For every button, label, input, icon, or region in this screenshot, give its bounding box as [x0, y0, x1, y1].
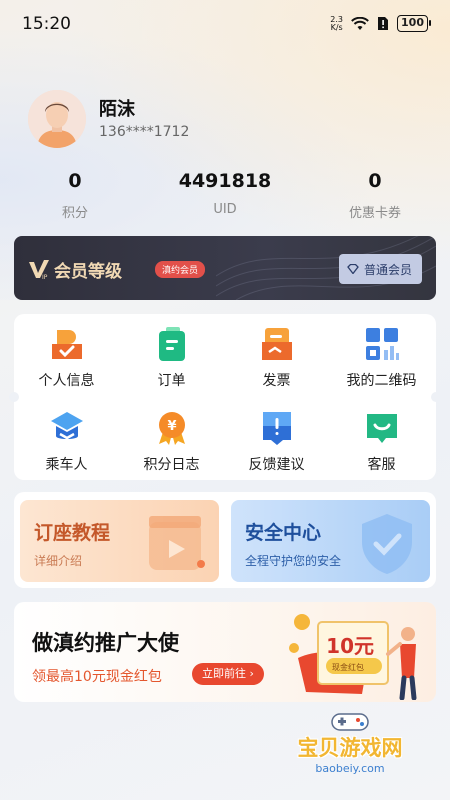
profile-icon [51, 330, 82, 359]
username: 陌沫 [99, 99, 135, 120]
customer-service-icon [366, 414, 397, 443]
svg-text:IP: IP [42, 274, 48, 280]
grid-item-customer-service[interactable]: 客服 [329, 410, 434, 474]
video-play-icon [149, 516, 205, 570]
invoice-icon [261, 328, 292, 360]
stat-value: 0 [68, 170, 82, 192]
grid-item-orders[interactable]: 订单 [119, 326, 224, 390]
stat-label: 积分 [61, 206, 88, 221]
stat-label: 优惠卡券 [348, 206, 401, 221]
member-level-button[interactable]: 普通会员 [338, 254, 422, 284]
grid-item-feedback[interactable]: 反馈建议 [224, 410, 329, 474]
security-title: 安全中心 [245, 522, 322, 544]
membership-banner[interactable]: IP 会员等级 滇约会员 普通会员 [14, 236, 436, 300]
stat-coupons[interactable]: 0 优惠卡券 [300, 170, 450, 221]
grid-item-points-log[interactable]: ¥ 积分日志 [119, 410, 224, 474]
stat-uid: 4491818 UID [150, 170, 300, 217]
points-log-icon: ¥ [158, 412, 185, 445]
card-notch-right [431, 392, 441, 402]
stats-row: 0 积分 4491818 UID 0 优惠卡券 [0, 170, 450, 230]
stat-label: UID [213, 202, 237, 217]
grid-item-qr[interactable]: 我的二维码 [329, 326, 434, 390]
grid-label: 发票 [262, 373, 291, 389]
security-subtitle: 全程守护您的安全 [245, 554, 342, 568]
shield-icon [362, 514, 412, 574]
ambassador-subtitle: 领最高10元现金红包 [32, 669, 162, 685]
grid-item-passenger[interactable]: 乘车人 [14, 410, 119, 474]
promo-row: 订座教程 详细介绍 安全中心 全程守护您的安全 [14, 492, 436, 588]
gamepad-icon [331, 713, 369, 731]
avatar[interactable] [28, 90, 86, 148]
grid-label: 乘车人 [45, 457, 88, 473]
grid-label: 积分日志 [143, 457, 200, 473]
grid-label: 我的二维码 [346, 373, 417, 389]
qr-code-icon [365, 328, 399, 360]
vip-icon: IP [29, 260, 49, 280]
membership-tag: 滇约会员 [155, 261, 206, 278]
network-speed: 2.3 K/s [330, 14, 344, 32]
order-icon [158, 327, 185, 361]
wifi-icon [351, 16, 369, 30]
profile-header[interactable]: 陌沫 136****1712 [28, 90, 428, 152]
watermark-url: baobeiy.com [315, 762, 385, 775]
grid-item-profile[interactable]: 个人信息 [14, 326, 119, 390]
services-grid: 个人信息 订单 发票 我的二维码 乘车人 ¥ 积分日志 反馈建议 客服 [9, 314, 441, 480]
stat-points[interactable]: 0 积分 [0, 170, 150, 221]
grid-label: 反馈建议 [248, 457, 305, 473]
tutorial-title: 订座教程 [34, 522, 111, 544]
site-watermark: 宝贝游戏网 baobeiy.com [270, 710, 430, 790]
battery-indicator: 100 [397, 15, 431, 32]
grid-label: 订单 [157, 373, 186, 389]
status-icons: 2.3 K/s 100 [330, 14, 431, 32]
tutorial-subtitle: 详细介绍 [34, 554, 83, 568]
grid-item-invoice[interactable]: 发票 [224, 326, 329, 390]
diamond-icon [347, 264, 359, 274]
ambassador-banner[interactable]: 做滇约推广大使 领最高10元现金红包 立即前往 › 10元 现金红包 [14, 602, 436, 702]
tutorial-card[interactable]: 订座教程 详细介绍 [20, 500, 219, 582]
feedback-icon [262, 412, 291, 445]
status-bar: 15:20 2.3 K/s 100 [0, 0, 450, 48]
phone-number: 136****1712 [99, 124, 190, 140]
grid-label: 个人信息 [38, 373, 95, 389]
security-card[interactable]: 安全中心 全程守护您的安全 [231, 500, 430, 582]
member-level-label: 普通会员 [363, 262, 412, 277]
avatar-person-icon [28, 90, 86, 148]
grid-label: 客服 [367, 457, 396, 473]
stat-value: 4491818 [178, 170, 272, 192]
status-time: 15:20 [22, 14, 71, 34]
ambassador-title: 做滇约推广大使 [32, 631, 179, 655]
go-now-button[interactable]: 立即前往 › [192, 663, 264, 685]
passenger-icon [50, 412, 83, 440]
card-notch-left [9, 392, 19, 402]
stat-value: 0 [368, 170, 382, 192]
watermark-text: 宝贝游戏网 [297, 736, 403, 760]
membership-title: 会员等级 [54, 262, 122, 282]
voucher-amount: 10元 [326, 634, 374, 658]
voucher-label: 现金红包 [332, 663, 364, 672]
svg-text:¥: ¥ [167, 419, 176, 434]
sim-alert-icon [378, 17, 389, 30]
